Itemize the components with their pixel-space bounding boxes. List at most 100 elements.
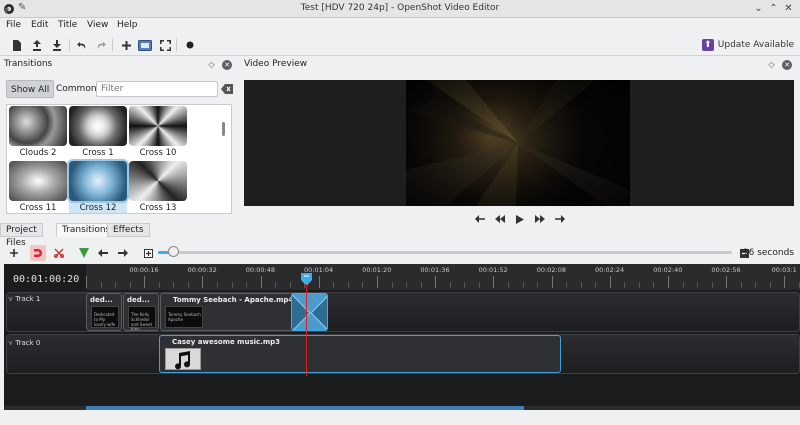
clear-filter-icon[interactable] bbox=[221, 84, 233, 94]
float-panel-icon[interactable]: ◇ bbox=[207, 60, 216, 69]
ruler-tick bbox=[130, 282, 131, 288]
ruler-tick bbox=[261, 276, 262, 288]
ruler-tick-label: 00:03:1 bbox=[771, 266, 797, 274]
common-button[interactable]: Common bbox=[52, 80, 101, 98]
maximize-icon[interactable]: ⌃ bbox=[767, 2, 780, 15]
clip-thumbnail: Tommy Seebach Apache bbox=[165, 306, 203, 328]
tab-project-files[interactable]: Project Files bbox=[0, 223, 43, 248]
ruler-tick bbox=[595, 282, 596, 288]
toolbar-separator bbox=[69, 39, 70, 51]
snapping-icon[interactable] bbox=[30, 245, 46, 261]
clip-thumbnail: Dedicated to My lovely wife bbox=[91, 306, 119, 328]
undo-icon[interactable] bbox=[74, 37, 90, 53]
ruler-tick bbox=[246, 282, 247, 288]
ruler-tick bbox=[683, 282, 684, 288]
ruler-tick bbox=[566, 282, 567, 288]
transition-item-cross-12[interactable]: Cross 12 bbox=[69, 161, 127, 213]
razor-icon[interactable] bbox=[51, 245, 67, 261]
ruler-tick bbox=[362, 282, 363, 288]
transition-clip-thumbnail bbox=[292, 294, 327, 330]
import-files-icon[interactable] bbox=[118, 37, 134, 53]
transition-item-cross-10[interactable]: Cross 10 bbox=[129, 106, 187, 158]
ruler-tick bbox=[653, 282, 654, 288]
menu-view[interactable]: View bbox=[87, 20, 108, 30]
add-track-icon[interactable] bbox=[6, 245, 22, 261]
track-name: Track 1 bbox=[8, 295, 40, 303]
clip-name: ded... bbox=[90, 296, 113, 304]
ruler-tick bbox=[639, 282, 640, 288]
save-project-icon[interactable] bbox=[49, 37, 65, 53]
jump-to-end-icon[interactable] bbox=[554, 214, 566, 224]
ruler-tick bbox=[508, 282, 509, 288]
transition-label: Cross 1 bbox=[82, 148, 114, 158]
export-video-icon[interactable] bbox=[182, 37, 198, 53]
add-marker-icon[interactable] bbox=[76, 245, 92, 261]
close-panel-icon[interactable]: ✕ bbox=[782, 60, 792, 70]
ruler-tick bbox=[188, 282, 189, 288]
update-available-label: Update Available bbox=[717, 40, 794, 50]
ruler-tick bbox=[406, 282, 407, 288]
zoom-in-icon[interactable] bbox=[140, 245, 156, 261]
ruler-tick bbox=[770, 282, 771, 288]
video-frame bbox=[406, 80, 630, 206]
transitions-panel-header: Transitions ◇ ✕ bbox=[4, 59, 236, 73]
window-title: Test [HDV 720 24p] - OpenShot Video Edit… bbox=[300, 3, 500, 13]
ruler-tick bbox=[537, 282, 538, 288]
ruler-tick bbox=[697, 282, 698, 288]
clip-name: Tommy Seebach - Apache.mp4 bbox=[173, 296, 294, 304]
open-project-icon[interactable] bbox=[29, 37, 45, 53]
ruler-tick bbox=[333, 282, 334, 288]
menu-file[interactable]: File bbox=[6, 20, 21, 30]
menu-title[interactable]: Title bbox=[58, 20, 77, 30]
zoom-slider-track[interactable] bbox=[158, 251, 732, 254]
close-window-icon[interactable]: ✕ bbox=[782, 2, 795, 15]
choose-profile-icon[interactable] bbox=[137, 37, 153, 53]
rewind-icon[interactable] bbox=[494, 214, 506, 224]
ruler-tick bbox=[435, 276, 436, 288]
jump-to-start-icon[interactable] bbox=[474, 214, 486, 224]
transitions-filter-input[interactable] bbox=[96, 81, 218, 97]
play-icon[interactable] bbox=[514, 214, 526, 224]
fullscreen-icon[interactable] bbox=[157, 37, 173, 53]
ruler-tick bbox=[464, 282, 465, 288]
zoom-slider-handle[interactable] bbox=[168, 246, 179, 257]
zoom-label: 16 seconds bbox=[742, 248, 794, 258]
ruler-tick bbox=[159, 282, 160, 288]
fast-forward-icon[interactable] bbox=[534, 214, 546, 224]
ruler-tick bbox=[581, 282, 582, 288]
ruler-tick bbox=[624, 282, 625, 288]
show-all-button[interactable]: Show All bbox=[6, 80, 55, 98]
minimize-icon[interactable]: ⌄ bbox=[752, 2, 765, 15]
transition-thumbnail bbox=[9, 106, 67, 146]
ruler-tick bbox=[275, 282, 276, 288]
transition-item-cross-1[interactable]: Cross 1 bbox=[69, 106, 127, 158]
timeline-clip[interactable]: Tommy Seebach - Apache.mp4 Tommy Seebach… bbox=[160, 293, 296, 331]
transition-clip[interactable] bbox=[291, 293, 328, 331]
previous-marker-icon[interactable] bbox=[95, 245, 111, 261]
update-available-button[interactable]: ⬆ Update Available bbox=[701, 38, 794, 52]
tab-effects[interactable]: Effects bbox=[107, 223, 150, 237]
transition-item-cross-13[interactable]: Cross 13 bbox=[129, 161, 187, 213]
menubar: File Edit Title View Help bbox=[0, 18, 800, 34]
timeline-clip[interactable]: ded... The Kelly Schlieder and Sweet Kit… bbox=[123, 293, 159, 331]
clip-thumbnail-text: The Kelly Schlieder and Sweet Kitty bbox=[131, 312, 153, 331]
transition-item-cross-11[interactable]: Cross 11 bbox=[9, 161, 67, 213]
next-marker-icon[interactable] bbox=[115, 245, 131, 261]
ruler-tick bbox=[173, 282, 174, 288]
transitions-filter-bar: Show All Common bbox=[6, 80, 236, 98]
toolbar-separator bbox=[176, 39, 177, 51]
redo-icon[interactable] bbox=[93, 37, 109, 53]
float-panel-icon[interactable]: ◇ bbox=[767, 60, 776, 69]
new-project-icon[interactable] bbox=[9, 37, 25, 53]
menu-edit[interactable]: Edit bbox=[31, 20, 48, 30]
timeline-clip[interactable]: ded... Dedicated to My lovely wife bbox=[86, 293, 122, 331]
menu-help[interactable]: Help bbox=[117, 20, 138, 30]
close-panel-icon[interactable]: ✕ bbox=[222, 60, 232, 70]
transition-item-clouds-2[interactable]: Clouds 2 bbox=[9, 106, 67, 158]
gallery-scrollbar[interactable] bbox=[222, 122, 225, 136]
ruler-tick-label: 00:00:16 bbox=[129, 266, 159, 274]
clip-thumbnail-text: Tommy Seebach Apache bbox=[168, 312, 201, 322]
transition-thumbnail bbox=[69, 161, 127, 201]
ruler-tick bbox=[741, 282, 742, 288]
audio-clip[interactable]: Casey awesome music.mp3 bbox=[159, 335, 561, 373]
